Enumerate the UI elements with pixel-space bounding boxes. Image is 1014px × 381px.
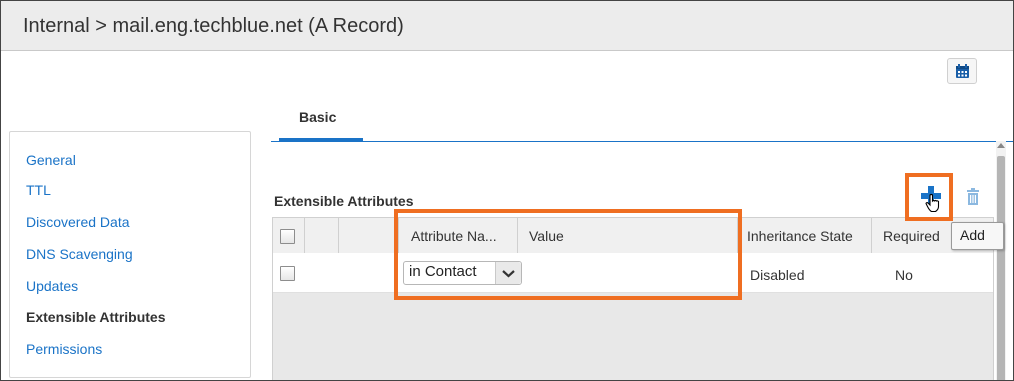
window-title: Internal > mail.eng.techblue.net (A Reco…	[23, 15, 404, 37]
add-tooltip-text: Add	[960, 227, 985, 243]
sidebar-item-extensible-attributes[interactable]: Extensible Attributes	[26, 309, 166, 325]
column-header-required[interactable]: Required	[883, 228, 940, 244]
trash-icon	[967, 188, 979, 205]
sidebar-item-ttl[interactable]: TTL	[26, 182, 51, 198]
column-divider	[338, 218, 339, 253]
tab-basic-label: Basic	[299, 109, 337, 125]
sidebar-item-updates[interactable]: Updates	[26, 278, 78, 294]
sidebar-item-dns-scavenging[interactable]: DNS Scavenging	[26, 246, 133, 262]
required-value: No	[895, 267, 913, 283]
scrollbar-thumb[interactable]	[997, 156, 1005, 380]
record-editor-window: Internal > mail.eng.techblue.net (A Reco…	[0, 0, 1014, 381]
tab-divider	[271, 141, 1013, 142]
sidebar-item-general[interactable]: General	[26, 152, 76, 168]
scroll-up-arrow-icon[interactable]	[997, 143, 1005, 148]
column-header-inheritance-state[interactable]: Inheritance State	[747, 228, 853, 244]
calendar-button[interactable]	[947, 58, 977, 84]
select-all-checkbox[interactable]	[280, 229, 295, 244]
calendar-icon	[956, 64, 969, 78]
highlight-box-add-button	[905, 173, 953, 221]
sidebar-item-permissions[interactable]: Permissions	[26, 341, 102, 357]
title-bar: Internal > mail.eng.techblue.net (A Reco…	[1, 1, 1013, 51]
highlight-box-attribute-row	[394, 209, 742, 300]
column-divider	[304, 218, 305, 253]
sidebar: General TTL Discovered Data DNS Scavengi…	[9, 131, 251, 378]
add-tooltip: Add	[951, 222, 1004, 250]
inheritance-state-value: Disabled	[750, 267, 805, 283]
section-title: Extensible Attributes	[274, 193, 414, 209]
vertical-scrollbar[interactable]	[996, 141, 1006, 380]
sidebar-item-discovered-data[interactable]: Discovered Data	[26, 214, 130, 230]
delete-attribute-button[interactable]	[965, 187, 981, 207]
tab-basic[interactable]: Basic	[279, 109, 363, 141]
row-checkbox[interactable]	[280, 266, 295, 281]
column-divider	[871, 218, 872, 253]
